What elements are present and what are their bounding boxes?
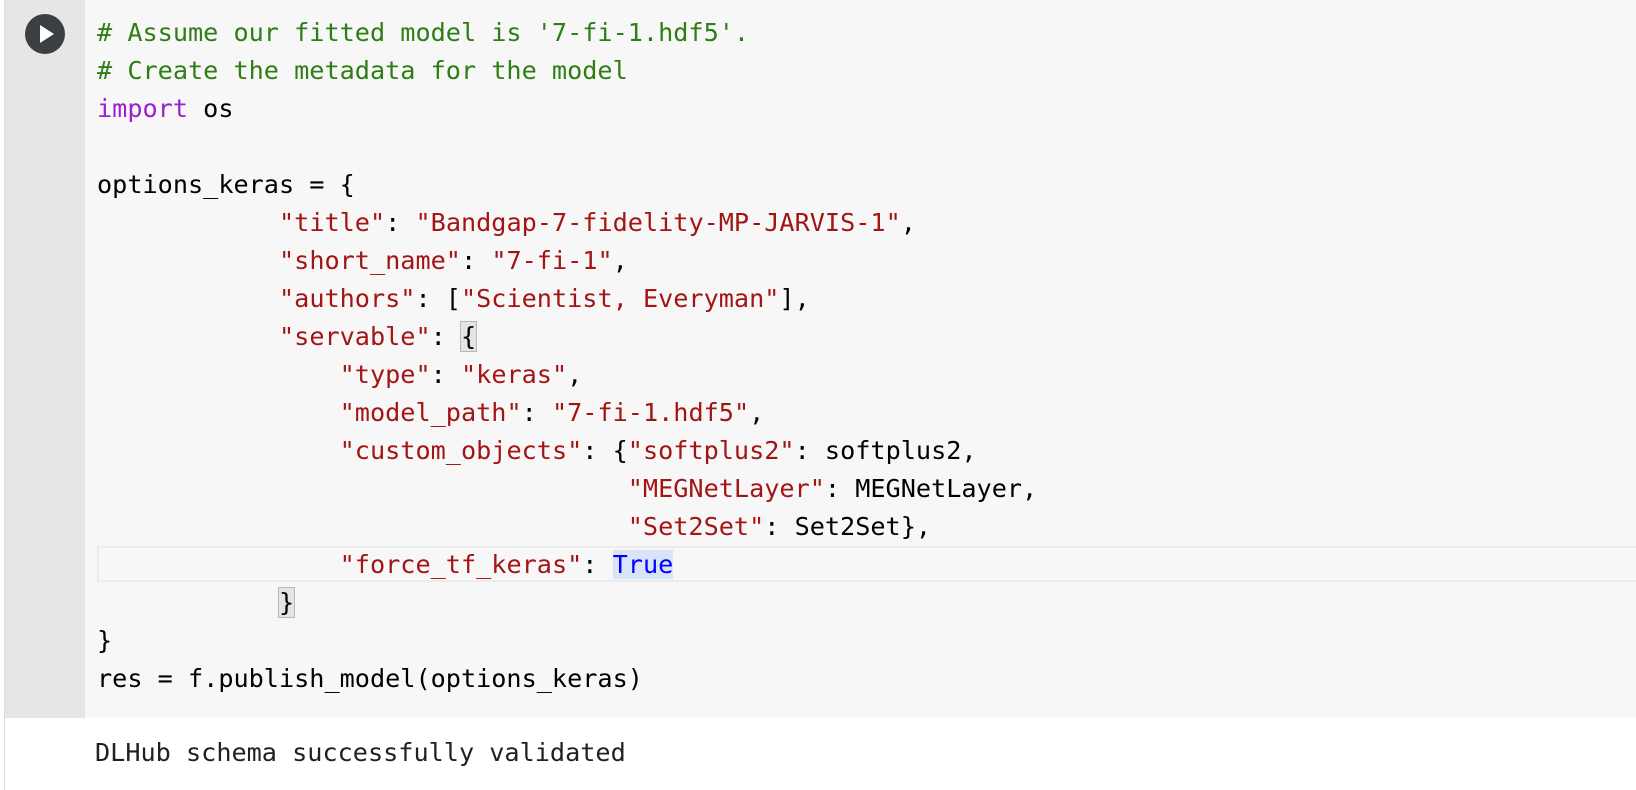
code-token: "7-fi-1" [491,246,613,275]
code-line: "MEGNetLayer": MEGNetLayer, [97,470,1037,508]
code-token: "keras" [460,360,568,389]
code-line: "force_tf_keras": True [97,546,1037,584]
code-token: , [749,398,765,427]
code-token: , [612,246,628,275]
code-token: : Set2Set}, [764,512,932,541]
code-token: : softplus2, [794,436,977,465]
code-token: "servable" [278,322,431,351]
code-token: res = f.publish_model(options_keras) [97,664,643,693]
code-line: "model_path": "7-fi-1.hdf5", [97,394,1037,432]
code-token: "softplus2" [627,436,795,465]
code-line: } [97,584,1037,622]
cell-gutter [5,0,85,718]
code-token: # Assume our fitted model is '7-fi-1.hdf… [97,18,750,47]
play-icon [40,25,54,43]
code-line: # Assume our fitted model is '7-fi-1.hdf… [97,14,1037,52]
code-line: # Create the metadata for the model [97,52,1037,90]
code-token: True [612,550,674,579]
code-token: } [97,626,113,655]
code-line: "servable": { [97,318,1037,356]
code-token: "force_tf_keras" [339,550,583,579]
code-line: options_keras = { [97,166,1037,204]
code-line: import os [97,90,1037,128]
code-token: , [900,208,916,237]
run-cell-button[interactable] [25,14,65,54]
code-token: "Scientist, Everyman" [460,284,780,313]
code-token: options_keras = { [97,170,355,199]
code-cell[interactable]: # Assume our fitted model is '7-fi-1.hdf… [4,0,1636,790]
code-content: # Assume our fitted model is '7-fi-1.hdf… [97,14,1037,698]
output-text: DLHub schema successfully validated [95,738,626,767]
code-token: "custom_objects" [339,436,583,465]
code-line: "authors": ["Scientist, Everyman"], [97,280,1037,318]
code-line: res = f.publish_model(options_keras) [97,660,1037,698]
cell-output: DLHub schema successfully validated [5,718,1636,790]
code-token: "authors" [278,284,416,313]
code-token: { [459,321,478,352]
code-token: : [430,360,461,389]
code-token: : [ [415,284,461,313]
code-token: : [582,550,613,579]
code-token: ], [779,284,810,313]
code-token: "title" [278,208,386,237]
code-token: , [567,360,583,389]
code-line: "custom_objects": {"softplus2": softplus… [97,432,1037,470]
code-token: "model_path" [339,398,522,427]
code-token: import [97,94,188,123]
code-line: "type": "keras", [97,356,1037,394]
code-token: "short_name" [278,246,461,275]
code-token: : [430,322,461,351]
code-token: # Create the metadata for the model [97,56,628,85]
code-token: : { [582,436,628,465]
code-line: } [97,622,1037,660]
code-token: : MEGNetLayer, [824,474,1038,503]
code-token: "MEGNetLayer" [627,474,825,503]
code-token: "Set2Set" [627,512,765,541]
code-token: : [385,208,416,237]
code-token: } [277,587,296,618]
code-token: "7-fi-1.hdf5" [551,398,750,427]
code-line: "Set2Set": Set2Set}, [97,508,1037,546]
code-token: "Bandgap-7-fidelity-MP-JARVIS-1" [415,208,901,237]
code-line: "short_name": "7-fi-1", [97,242,1037,280]
code-token: "type" [339,360,431,389]
code-editor[interactable]: # Assume our fitted model is '7-fi-1.hdf… [85,0,1636,718]
code-token: : [460,246,492,275]
code-token: os [188,94,234,123]
code-token: : [521,398,552,427]
code-line: "title": "Bandgap-7-fidelity-MP-JARVIS-1… [97,204,1037,242]
